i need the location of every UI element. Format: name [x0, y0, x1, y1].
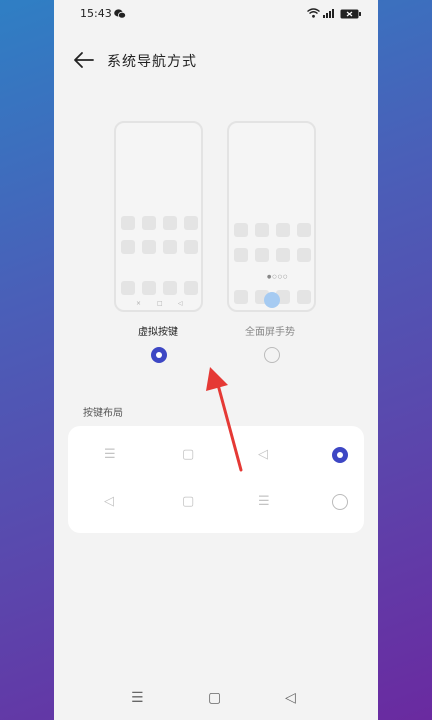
back-button[interactable]: [72, 50, 96, 70]
app-icon-placeholder: [297, 223, 311, 237]
app-icon-placeholder: [276, 223, 290, 237]
home-key-icon: ▢: [182, 447, 195, 462]
menu-key-icon: ☰: [258, 494, 270, 509]
app-icon-placeholder: [121, 281, 135, 295]
nav-home-button[interactable]: ▢: [208, 690, 221, 706]
back-key-icon: ◁: [258, 447, 268, 462]
nav-menu-button[interactable]: ☰: [131, 690, 144, 706]
status-time: 15:43: [80, 7, 112, 20]
signal-icon: [323, 9, 334, 18]
app-icon-placeholder: [142, 216, 156, 230]
mock-back-key-icon: ◁: [178, 300, 183, 307]
app-icon-placeholder: [255, 248, 269, 262]
app-icon-placeholder: [121, 240, 135, 254]
app-icon-placeholder: [234, 223, 248, 237]
app-icon-placeholder: [297, 290, 311, 304]
wifi-icon: [307, 8, 320, 18]
app-icon-placeholder: [163, 240, 177, 254]
app-icon-placeholder: [142, 240, 156, 254]
app-icon-placeholder: [184, 216, 198, 230]
mock-home-key-icon: □: [157, 300, 163, 307]
phone-screen: 15:43 系统导航方式 × □ ◁ ●○○○ 虚拟按键 全面屏手势 按键布局 …: [54, 0, 378, 720]
home-key-icon: ▢: [182, 494, 195, 509]
layout-option-1-radio[interactable]: [332, 447, 348, 463]
page-title: 系统导航方式: [107, 54, 197, 70]
menu-key-icon: ☰: [104, 447, 116, 462]
virtual-key-label: 虚拟按键: [138, 327, 178, 338]
app-icon-placeholder: [163, 281, 177, 295]
app-icon-placeholder: [255, 223, 269, 237]
annotation-arrow: [206, 367, 243, 472]
page-indicator-dots: ●○○○: [267, 274, 289, 280]
layout-option-2-radio[interactable]: [332, 494, 348, 510]
back-arrow-icon: [74, 52, 94, 68]
mock-close-key-icon: ×: [136, 300, 142, 307]
gesture-preview[interactable]: ●○○○: [227, 121, 316, 312]
gesture-touch-indicator: [264, 292, 280, 308]
app-icon-placeholder: [184, 281, 198, 295]
app-icon-placeholder: [142, 281, 156, 295]
gesture-label: 全面屏手势: [245, 327, 295, 338]
back-key-icon: ◁: [104, 494, 114, 509]
gesture-radio[interactable]: [264, 347, 280, 363]
app-icon-placeholder: [276, 248, 290, 262]
virtual-key-preview[interactable]: × □ ◁: [114, 121, 203, 312]
status-bar: 15:43: [54, 0, 378, 28]
app-icon-placeholder: [184, 240, 198, 254]
app-icon-placeholder: [234, 290, 248, 304]
app-icon-placeholder: [121, 216, 135, 230]
app-icon-placeholder: [297, 248, 311, 262]
app-icon-placeholder: [234, 248, 248, 262]
battery-icon: [340, 9, 361, 19]
wechat-icon: [114, 9, 126, 19]
nav-back-button[interactable]: ◁: [285, 690, 296, 706]
app-icon-placeholder: [163, 216, 177, 230]
virtual-key-radio[interactable]: [151, 347, 167, 363]
key-layout-section-label: 按键布局: [83, 408, 123, 419]
